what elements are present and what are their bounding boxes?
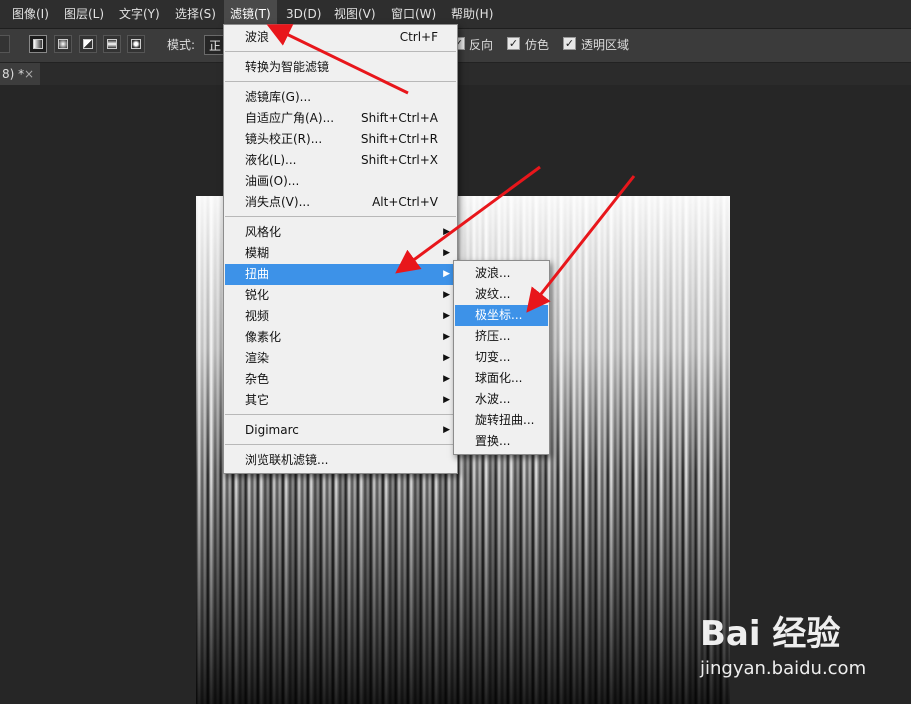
- dither-label: 仿色: [525, 38, 550, 52]
- menu-item-liquify[interactable]: 液化(L)... Shift+Ctrl+X: [225, 150, 456, 171]
- transparency-checkbox[interactable]: ✓: [563, 37, 576, 50]
- watermark-url: jingyan.baidu.com: [700, 658, 867, 679]
- menu-select[interactable]: 选择(S): [169, 0, 222, 28]
- menu-item-lens-correction[interactable]: 镜头校正(R)... Shift+Ctrl+R: [225, 129, 456, 150]
- menu-separator: [225, 444, 456, 445]
- submenu-arrow-icon: ▶: [443, 353, 450, 363]
- menu-item-other[interactable]: 其它 ▶: [225, 390, 456, 411]
- document-tab[interactable]: 8) * ×: [0, 63, 40, 85]
- filter-menu: 波浪 Ctrl+F 转换为智能滤镜 滤镜库(G)... 自适应广角(A)... Sh…: [223, 24, 458, 474]
- submenu-arrow-icon: ▶: [443, 290, 450, 300]
- angle-gradient-button[interactable]: [79, 35, 97, 53]
- submenu-arrow-icon: ▶: [443, 374, 450, 384]
- menu-separator: [225, 414, 456, 415]
- menu-item-render[interactable]: 渲染 ▶: [225, 348, 456, 369]
- submenu-item-zigzag[interactable]: 水波...: [455, 389, 548, 410]
- linear-gradient-button[interactable]: [29, 35, 47, 53]
- radial-gradient-button[interactable]: [54, 35, 72, 53]
- transparency-label: 透明区域: [581, 38, 630, 52]
- menu-image[interactable]: 图像(I): [6, 0, 55, 28]
- menu-separator: [225, 216, 456, 217]
- submenu-item-ripple[interactable]: 波纹...: [455, 284, 548, 305]
- reflected-gradient-button[interactable]: [103, 35, 121, 53]
- baidu-logo: Bai 经验: [700, 614, 841, 654]
- menu-item-noise[interactable]: 杂色 ▶: [225, 369, 456, 390]
- submenu-arrow-icon: ▶: [443, 227, 450, 237]
- submenu-item-wave[interactable]: 波浪...: [455, 263, 548, 284]
- menu-item-digimarc[interactable]: Digimarc ▶: [225, 420, 456, 441]
- dither-checkbox[interactable]: ✓: [507, 37, 520, 50]
- menu-item-sharpen[interactable]: 锐化 ▶: [225, 285, 456, 306]
- menu-item-adaptive-wide-angle[interactable]: 自适应广角(A)... Shift+Ctrl+A: [225, 108, 456, 129]
- menu-item-filter-gallery[interactable]: 滤镜库(G)...: [225, 87, 456, 108]
- menu-separator: [225, 81, 456, 82]
- submenu-arrow-icon: ▶: [443, 311, 450, 321]
- menu-item-stylize[interactable]: 风格化 ▶: [225, 222, 456, 243]
- menu-item-vanishing-point[interactable]: 消失点(V)... Alt+Ctrl+V: [225, 192, 456, 213]
- submenu-arrow-icon: ▶: [443, 269, 450, 279]
- document-tab-title: 8) *: [2, 67, 25, 81]
- menu-separator: [225, 51, 456, 52]
- menu-item-blur[interactable]: 模糊 ▶: [225, 243, 456, 264]
- submenu-item-spherize[interactable]: 球面化...: [455, 368, 548, 389]
- submenu-item-shear[interactable]: 切变...: [455, 347, 548, 368]
- close-icon[interactable]: ×: [24, 63, 34, 85]
- reverse-label: 反向: [469, 38, 494, 52]
- submenu-arrow-icon: ▶: [443, 332, 450, 342]
- submenu-arrow-icon: ▶: [443, 425, 450, 435]
- menu-layer[interactable]: 图层(L): [58, 0, 110, 28]
- menu-item-distort[interactable]: 扭曲 ▶: [225, 264, 456, 285]
- submenu-arrow-icon: ▶: [443, 395, 450, 405]
- distort-submenu: 波浪... 波纹... 极坐标... 挤压... 切变... 球面化... 水波…: [453, 260, 550, 455]
- submenu-arrow-icon: ▶: [443, 248, 450, 258]
- submenu-item-displace[interactable]: 置换...: [455, 431, 548, 452]
- menu-item-pixelate[interactable]: 像素化 ▶: [225, 327, 456, 348]
- submenu-item-polar-coordinates[interactable]: 极坐标...: [455, 305, 548, 326]
- menu-type[interactable]: 文字(Y): [113, 0, 166, 28]
- menu-item-video[interactable]: 视频 ▶: [225, 306, 456, 327]
- tool-preset-button[interactable]: [0, 35, 10, 53]
- menu-item-last-filter[interactable]: 波浪 Ctrl+F: [225, 27, 456, 48]
- mode-label: 模式:: [167, 38, 196, 52]
- menu-item-oil-paint[interactable]: 油画(O)...: [225, 171, 456, 192]
- submenu-item-pinch[interactable]: 挤压...: [455, 326, 548, 347]
- baidu-watermark: Bai 经验 jingyan.baidu.com: [700, 600, 900, 690]
- menu-item-convert-smart-filter[interactable]: 转换为智能滤镜: [225, 57, 456, 78]
- diamond-gradient-button[interactable]: [127, 35, 145, 53]
- menu-item-browse-online-filters[interactable]: 浏览联机滤镜...: [225, 450, 456, 471]
- submenu-item-twirl[interactable]: 旋转扭曲...: [455, 410, 548, 431]
